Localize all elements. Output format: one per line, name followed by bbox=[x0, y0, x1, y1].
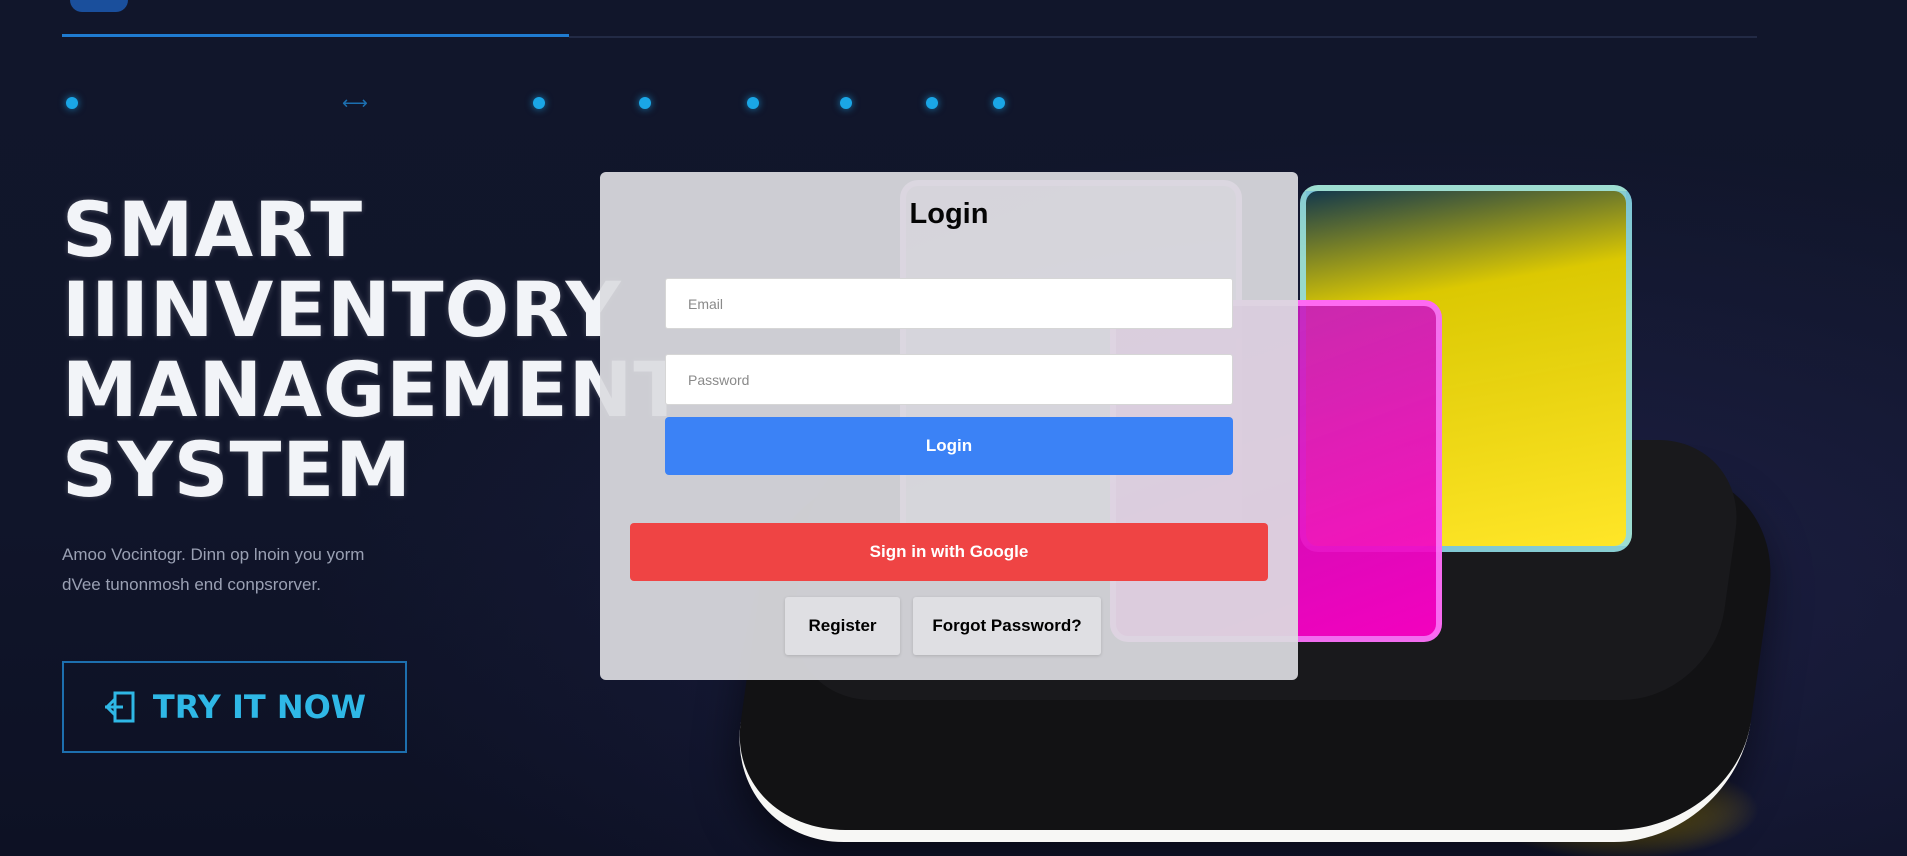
nav-dot-icon bbox=[926, 97, 938, 109]
login-button[interactable]: Login bbox=[665, 417, 1233, 475]
hero-title-line: MANAGEMENT bbox=[62, 345, 687, 434]
hero-title-line: SYSTEM bbox=[62, 425, 412, 514]
arrow-icon: ⟷ bbox=[342, 93, 368, 114]
password-field[interactable] bbox=[665, 354, 1233, 405]
try-it-now-button[interactable]: TRY IT NOW bbox=[62, 661, 407, 753]
nav-active-underline bbox=[62, 34, 569, 37]
nav-dot-icon bbox=[840, 97, 852, 109]
nav-divider bbox=[569, 36, 1757, 38]
hero-subtitle-line: Amoo Vocintogr. Dinn op lnoin you yorm bbox=[62, 545, 365, 564]
nav-dot-icon bbox=[66, 97, 78, 109]
try-it-now-label: TRY IT NOW bbox=[152, 688, 367, 726]
email-field[interactable] bbox=[665, 278, 1233, 329]
nav-dot-icon bbox=[747, 97, 759, 109]
enter-door-icon bbox=[103, 690, 137, 724]
nav-dot-icon bbox=[533, 97, 545, 109]
hero-title-line: SMART bbox=[62, 185, 364, 274]
nav-dot-icon bbox=[639, 97, 651, 109]
register-button[interactable]: Register bbox=[785, 597, 900, 655]
forgot-password-button[interactable]: Forgot Password? bbox=[913, 597, 1101, 655]
login-title: Login bbox=[909, 198, 989, 230]
google-sign-in-button[interactable]: Sign in with Google bbox=[630, 523, 1268, 581]
hero-subtitle: Amoo Vocintogr. Dinn op lnoin you yorm d… bbox=[62, 540, 482, 600]
hero-title-line: IIINVENTORY bbox=[62, 265, 622, 354]
hero-subtitle-line: dVee tunonmosh end conpsrorver. bbox=[62, 575, 321, 594]
logo-fragment bbox=[70, 0, 128, 12]
hero-title: SMART IIINVENTORY MANAGEMENT SYSTEM bbox=[62, 190, 686, 510]
nav-dot-icon bbox=[993, 97, 1005, 109]
login-card: Login Login Sign in with Google Register… bbox=[600, 172, 1298, 680]
